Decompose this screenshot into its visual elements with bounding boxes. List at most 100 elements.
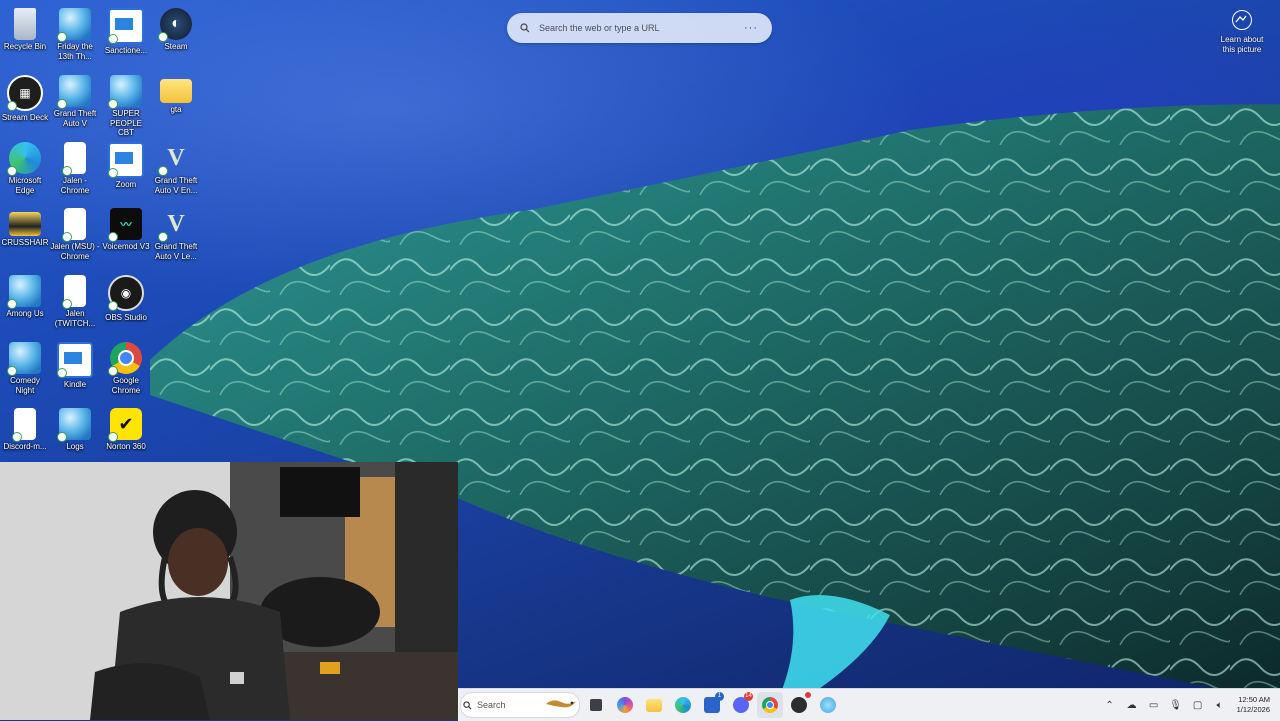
desktop-icon-label: Jalen - Chrome: [60, 176, 90, 195]
spotlight-icon: [1232, 10, 1252, 30]
microphone-icon[interactable]: 🎙︎: [1169, 698, 1183, 712]
globe-icon: [57, 8, 91, 42]
app-window-icon: [57, 342, 93, 378]
taskbar-search-placeholder: Search: [477, 700, 506, 710]
desktop-icon-label: Grand Theft Auto V En...: [154, 176, 198, 195]
desktop-icon-gta-v-legacy[interactable]: V Grand Theft Auto V Le...: [151, 204, 201, 261]
taskbar-copilot[interactable]: [612, 692, 638, 718]
desktop-icon-grid: Recycle Bin Friday the 13th Th... Sancti…: [0, 0, 210, 460]
gta-v-icon: V: [158, 142, 192, 176]
taskbar-discord[interactable]: 14: [728, 692, 754, 718]
desktop-icon-label: Steam: [164, 42, 188, 51]
taskbar-file-explorer[interactable]: [641, 692, 667, 718]
desktop-icon-label: Grand Theft Auto V Le...: [154, 242, 198, 261]
desktop-icon-gta-v-enhanced[interactable]: V Grand Theft Auto V En...: [151, 138, 201, 195]
recording-indicator: [805, 692, 811, 698]
learn-about-picture[interactable]: Learn about this picture: [1214, 10, 1270, 54]
desktop-icon-super-people[interactable]: SUPER PEOPLE CBT: [101, 71, 151, 138]
globe-icon: [57, 408, 91, 442]
stream-deck-icon: ▦: [7, 75, 43, 111]
notification-badge: 1: [715, 692, 724, 701]
taskbar-obs[interactable]: [786, 692, 812, 718]
desktop-icon-label: Friday the 13th Th...: [57, 42, 93, 61]
more-options-icon[interactable]: ···: [744, 22, 758, 34]
taskbar-store[interactable]: 1: [699, 692, 725, 718]
desktop-icon-label: Logs: [66, 442, 84, 451]
taskbar-search[interactable]: Search: [460, 692, 580, 718]
search-icon: [463, 700, 472, 709]
clock[interactable]: 12:50 AM 1/12/2026: [1237, 695, 1270, 715]
globe-icon: [7, 342, 41, 376]
desktop-icon-logs[interactable]: Logs: [50, 404, 100, 452]
desktop-icon-zoom[interactable]: Zoom: [101, 138, 151, 190]
gta-v-icon: V: [158, 208, 192, 242]
task-view-icon: [590, 699, 602, 711]
app-window-icon: [108, 8, 144, 44]
desktop-icon-among-us[interactable]: Among Us: [0, 271, 50, 319]
desktop-icon-label: Microsoft Edge: [8, 176, 42, 195]
chrome-icon: [762, 697, 778, 713]
cloud-icon[interactable]: ☁: [1125, 698, 1139, 712]
desktop-icon-jalen-twitch[interactable]: Jalen (TWITCH...: [50, 271, 100, 328]
globe-icon: [108, 75, 142, 109]
desktop-icon-obs-studio[interactable]: ◉ OBS Studio: [101, 271, 151, 323]
document-icon: [12, 408, 36, 442]
desktop-icon-label: gta: [170, 105, 182, 114]
clock-time: 12:50 AM: [1238, 695, 1270, 704]
desktop-icon-recycle-bin[interactable]: Recycle Bin: [0, 4, 50, 52]
desktop-icon-sanctioned[interactable]: Sanctione...: [101, 4, 151, 56]
app-window-icon: [108, 142, 144, 178]
desktop-icon-crusshair[interactable]: CRUSSHAIR: [0, 204, 50, 248]
steam-icon: ◐: [158, 8, 192, 42]
folder-icon: [9, 212, 41, 236]
desktop-icon-google-chrome[interactable]: Google Chrome: [101, 338, 151, 395]
volume-icon[interactable]: 🔈︎: [1213, 698, 1227, 712]
webcam-feed: [0, 462, 458, 720]
desktop-icon-label: Norton 360: [106, 442, 146, 451]
learn-label-line2: this picture: [1222, 44, 1262, 54]
display-icon[interactable]: ▢: [1191, 698, 1205, 712]
webcam-overlay: [0, 462, 458, 720]
desktop-icon-jalen-msu-chrome[interactable]: Jalen (MSU) - Chrome: [50, 204, 100, 261]
taskbar: Search 1 14 ⌃ ☁ ▭ 🎙︎ ▢ 🔈︎ 12:50 AM 1/12/…: [458, 688, 1280, 721]
desktop-icon-edge[interactable]: Microsoft Edge: [0, 138, 50, 195]
globe-icon: [57, 75, 91, 109]
edge-icon: [675, 697, 691, 713]
system-tray: ⌃ ☁ ▭ 🎙︎ ▢ 🔈︎ 12:50 AM 1/12/2026: [1095, 689, 1280, 721]
desktop-icon-steam[interactable]: ◐ Steam: [151, 4, 201, 52]
desktop-icon-friday-13th[interactable]: Friday the 13th Th...: [50, 4, 100, 61]
desktop-icon-jalen-chrome[interactable]: Jalen - Chrome: [50, 138, 100, 195]
desktop-icon-label: Discord-m...: [3, 442, 47, 451]
network-icon[interactable]: ▭: [1147, 698, 1161, 712]
desktop-icon-label: Voicemod V3: [102, 242, 150, 251]
edge-icon: [7, 142, 41, 176]
taskbar-task-view[interactable]: [583, 692, 609, 718]
desktop-icon-label: Google Chrome: [111, 376, 141, 395]
document-icon: [62, 208, 86, 242]
obs-icon: [791, 697, 807, 713]
taskbar-edge[interactable]: [670, 692, 696, 718]
desktop-icon-label: Kindle: [63, 380, 87, 389]
desktop-icon-voicemod[interactable]: 〰 Voicemod V3: [101, 204, 151, 252]
document-icon: [62, 275, 86, 309]
norton-icon: ✔: [108, 408, 142, 442]
chevron-up-icon[interactable]: ⌃: [1103, 698, 1117, 712]
desktop-icon-gta-folder[interactable]: gta: [151, 71, 201, 115]
browser-search-bar[interactable]: Search the web or type a URL ···: [507, 13, 772, 43]
folder-icon: [160, 79, 192, 103]
desktop-icon-stream-deck[interactable]: ▦ Stream Deck: [0, 71, 50, 123]
taskbar-app-blue[interactable]: [815, 692, 841, 718]
recycle-bin-icon: [14, 8, 36, 40]
learn-label-line1: Learn about: [1220, 35, 1264, 44]
desktop-icon-gta-v[interactable]: Grand Theft Auto V: [50, 71, 100, 128]
desktop-icon-label: Jalen (MSU) - Chrome: [50, 242, 100, 261]
desktop-icon-discord-m[interactable]: Discord-m...: [0, 404, 50, 452]
desktop-icon-kindle[interactable]: Kindle: [50, 338, 100, 390]
desktop-icon-label: Sanctione...: [104, 46, 148, 55]
desktop-icon-label: Zoom: [115, 180, 137, 189]
desktop-icon-comedy-night[interactable]: Comedy Night: [0, 338, 50, 395]
desktop-icon-norton-360[interactable]: ✔ Norton 360: [101, 404, 151, 452]
clock-date: 1/12/2026: [1236, 705, 1270, 714]
desktop-icon-label: Stream Deck: [1, 113, 49, 122]
taskbar-chrome[interactable]: [757, 692, 783, 718]
